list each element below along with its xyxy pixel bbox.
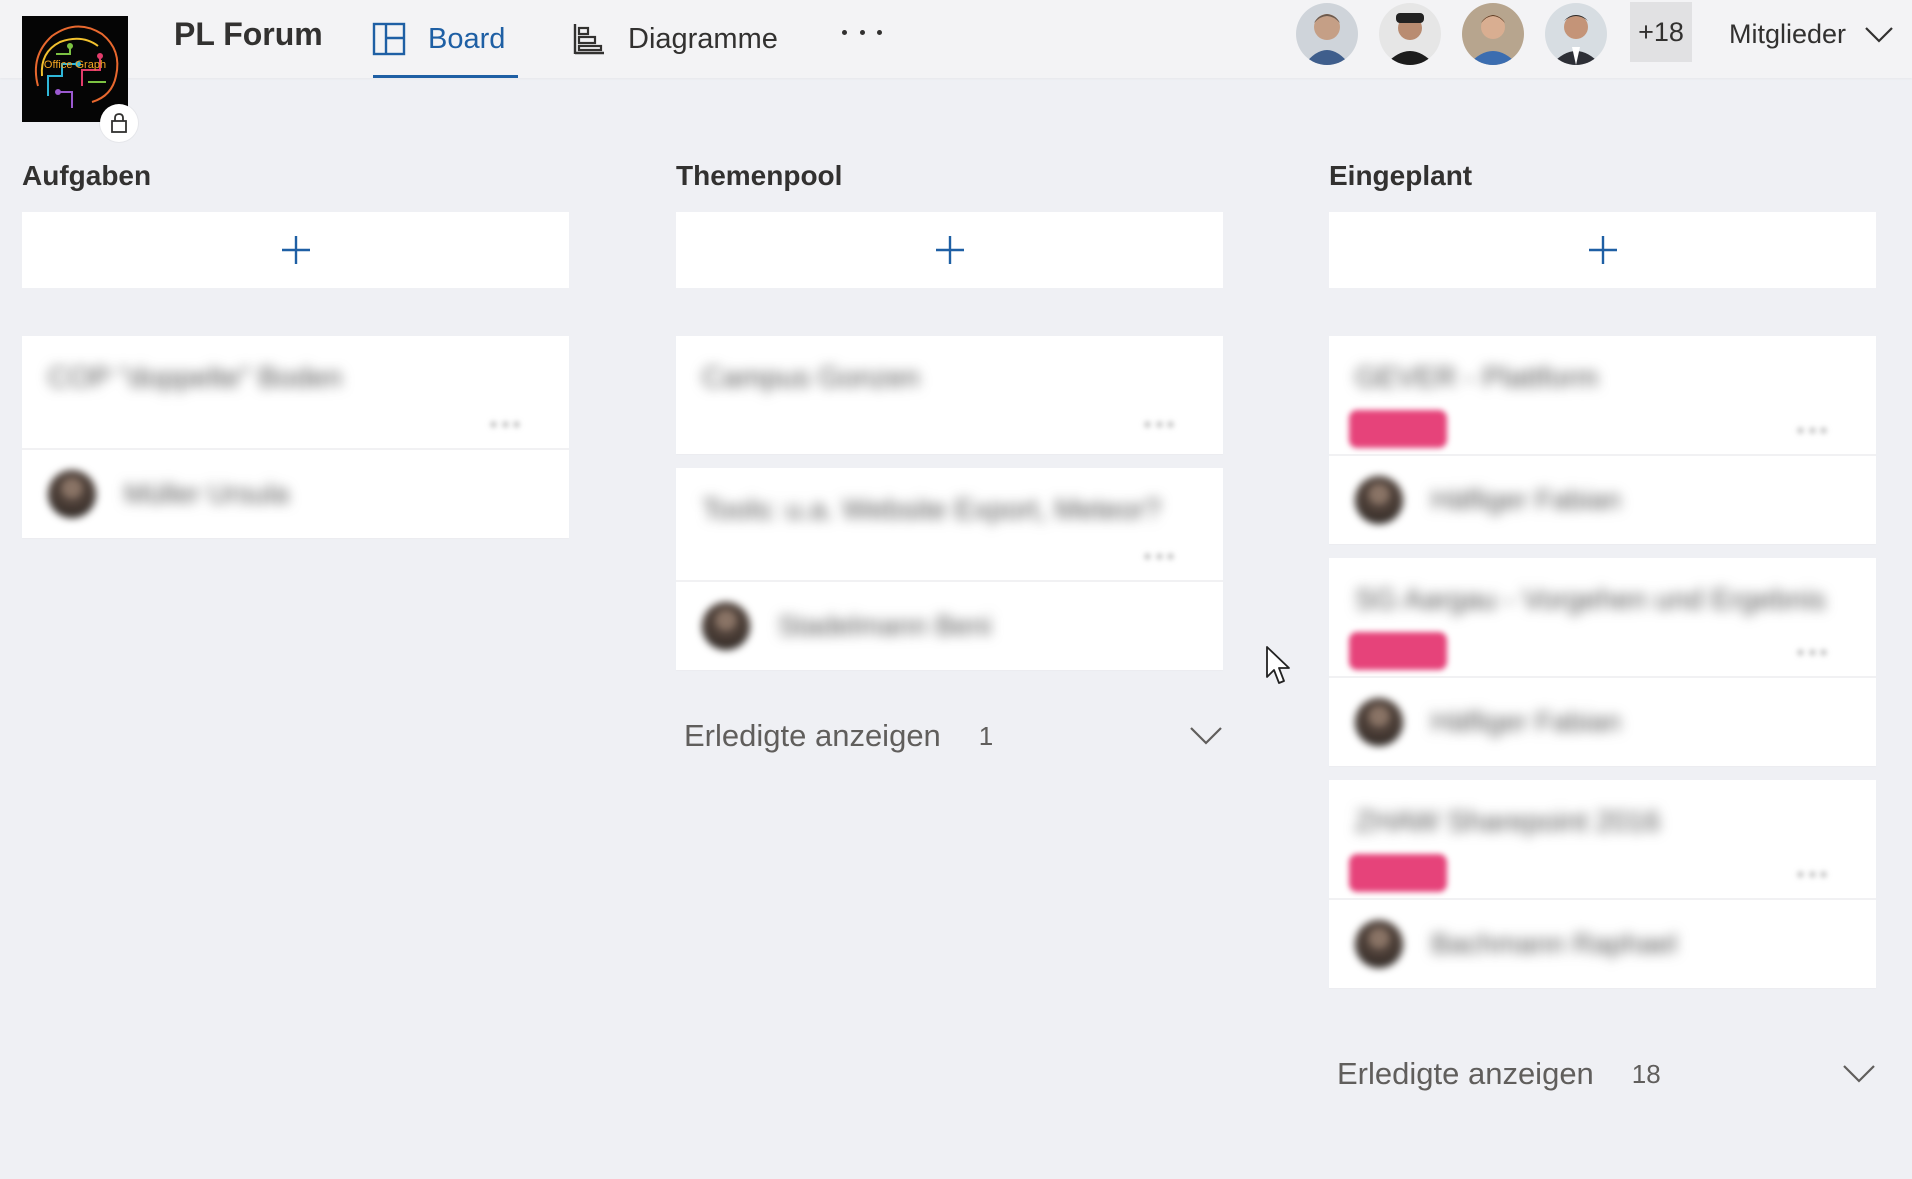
bucket-title[interactable]: Eingeplant [1329, 148, 1876, 204]
task-card[interactable]: SG Aargau - Vorgehen und Ergebnis Häflig… [1329, 558, 1876, 766]
assignee-name: Müller Ursula [124, 478, 289, 509]
completed-count: 1 [978, 720, 994, 751]
plus-icon [1588, 236, 1617, 264]
card-more-icon[interactable] [1145, 422, 1173, 430]
task-label [1349, 632, 1447, 670]
card-more-icon[interactable] [1798, 650, 1826, 658]
chevron-down-icon [1842, 1062, 1876, 1084]
tab-charts-label: Diagramme [628, 22, 778, 55]
lock-icon [100, 104, 138, 142]
bucket-column: Eingeplant GEVER - Plattform Häfliger Fa… [1329, 148, 1876, 1104]
plan-title: PL Forum [174, 16, 323, 52]
task-title: GEVER - Plattform [1355, 362, 1599, 394]
assignee-name: Häfliger Fabian [1431, 706, 1621, 737]
assignee-name: Stadelmann Beni [778, 610, 992, 641]
task-title: COP "doppelte" Boden [48, 362, 343, 394]
board-icon [372, 22, 406, 56]
add-task-button[interactable] [1329, 212, 1876, 288]
chevron-down-icon [1189, 724, 1223, 746]
task-assignee: Müller Ursula [22, 450, 569, 538]
ellipsis-icon [842, 29, 847, 35]
task-card[interactable]: COP "doppelte" Boden Müller Ursula [22, 336, 569, 538]
add-task-button[interactable] [22, 212, 569, 288]
task-assignee: Bachmann Raphael [1329, 900, 1876, 988]
task-assignee: Häfliger Fabian [1329, 456, 1876, 544]
task-list: COP "doppelte" Boden Müller Ursula [22, 336, 569, 538]
plus-icon [281, 236, 310, 264]
show-completed-label: Erledigte anzeigen [1337, 1056, 1594, 1091]
task-title: Tools: u.a. Website Export, Meteor? [702, 494, 1161, 526]
member-avatar[interactable] [1545, 3, 1607, 65]
assignee-name: Bachmann Raphael [1431, 928, 1677, 959]
card-more-icon[interactable] [1145, 554, 1173, 562]
more-options-button[interactable] [842, 12, 882, 52]
assignee-avatar [702, 602, 750, 650]
show-completed-label: Erledigte anzeigen [684, 718, 941, 753]
chevron-down-icon [1864, 24, 1894, 44]
mouse-cursor-icon [1266, 646, 1290, 684]
member-avatar[interactable] [1379, 3, 1441, 65]
task-card[interactable]: Tools: u.a. Website Export, Meteor? Stad… [676, 468, 1223, 670]
logo-text: Office Graph [44, 59, 106, 71]
tab-board[interactable]: Board [372, 0, 519, 78]
bucket-title[interactable]: Aufgaben [22, 148, 569, 204]
task-title: SG Aargau - Vorgehen und Ergebnis [1355, 584, 1826, 616]
bucket-column: Themenpool Campus Gonzen Tools: u.a. Web… [676, 148, 1223, 766]
completed-count: 18 [1631, 1058, 1661, 1089]
member-avatar[interactable] [1296, 3, 1358, 65]
tab-charts[interactable]: Diagramme [572, 0, 778, 78]
task-assignee: Häfliger Fabian [1329, 678, 1876, 766]
assignee-avatar [48, 470, 96, 518]
members-label: Mitglieder [1729, 18, 1847, 49]
task-label [1349, 410, 1447, 448]
task-card[interactable]: ZHAW Sharepoint 2016 Bachmann Raphael [1329, 780, 1876, 988]
card-more-icon[interactable] [1798, 428, 1826, 436]
task-card[interactable]: GEVER - Plattform Häfliger Fabian [1329, 336, 1876, 544]
card-more-icon[interactable] [491, 422, 519, 430]
assignee-avatar [1355, 920, 1403, 968]
task-label [1349, 854, 1447, 892]
task-list: Campus Gonzen Tools: u.a. Website Export… [676, 336, 1223, 670]
chart-icon [572, 22, 606, 56]
active-tab-indicator [373, 75, 519, 78]
task-title: ZHAW Sharepoint 2016 [1355, 806, 1661, 838]
top-bar: PL Forum Board Diagramme +18 Mitglieder [0, 0, 1912, 78]
card-more-icon[interactable] [1798, 872, 1826, 880]
bucket-title[interactable]: Themenpool [676, 148, 1223, 204]
show-completed-toggle[interactable]: Erledigte anzeigen 18 [1329, 1044, 1876, 1104]
member-avatar[interactable] [1462, 3, 1524, 65]
members-dropdown[interactable]: Mitglieder [1729, 14, 1894, 54]
task-list: GEVER - Plattform Häfliger Fabian SG Aar… [1329, 336, 1876, 988]
task-title: Campus Gonzen [702, 362, 920, 394]
show-completed-toggle[interactable]: Erledigte anzeigen 1 [676, 706, 1223, 766]
bucket-column: Aufgaben COP "doppelte" Boden Müller Urs… [22, 148, 569, 552]
plus-icon [935, 236, 964, 264]
assignee-avatar [1355, 476, 1403, 524]
members-overflow-count[interactable]: +18 [1630, 2, 1692, 62]
tab-board-label: Board [428, 22, 506, 55]
add-task-button[interactable] [676, 212, 1223, 288]
task-assignee: Stadelmann Beni [676, 582, 1223, 670]
assignee-name: Häfliger Fabian [1431, 484, 1621, 515]
assignee-avatar [1355, 698, 1403, 746]
task-card[interactable]: Campus Gonzen [676, 336, 1223, 454]
